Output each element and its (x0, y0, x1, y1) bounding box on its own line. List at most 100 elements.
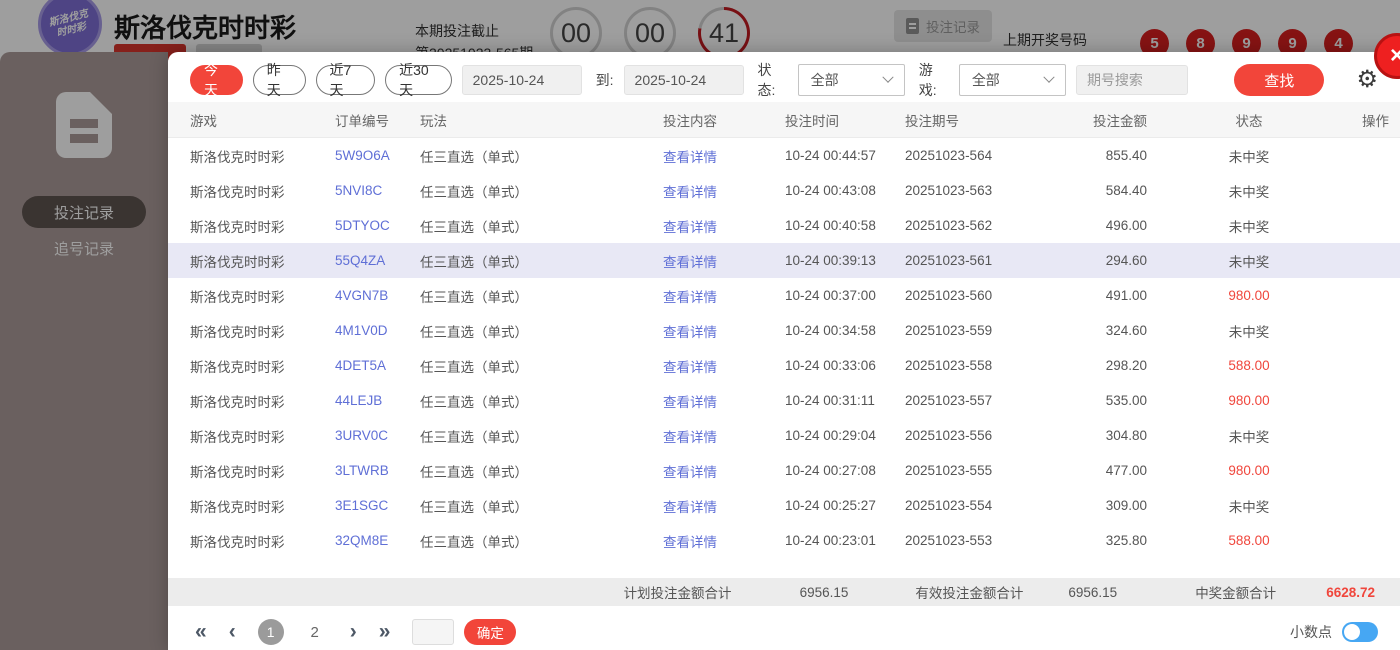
cell-order-link[interactable]: 55Q4ZA (335, 253, 420, 268)
cell-status: 980.00 (1147, 463, 1351, 478)
view-detail-link[interactable]: 查看详情 (655, 286, 785, 306)
cell-game: 斯洛伐克时时彩 (190, 496, 335, 516)
cell-amount: 324.60 (1060, 323, 1147, 338)
cell-play: 任三直选（单式） (420, 461, 655, 481)
column-header: 状态 (1147, 110, 1351, 130)
cell-order-link[interactable]: 3E1SGC (335, 498, 420, 513)
game-select[interactable]: 全部 (959, 64, 1066, 96)
quick-filter-近7天[interactable]: 近7天 (316, 65, 376, 95)
cell-order-link[interactable]: 4VGN7B (335, 288, 420, 303)
cell-status: 未中奖 (1147, 216, 1351, 236)
cell-amount: 491.00 (1060, 288, 1147, 303)
last-page-icon[interactable]: » (379, 620, 391, 644)
cell-amount: 584.40 (1060, 183, 1147, 198)
cell-time: 10-24 00:40:58 (785, 218, 905, 233)
date-to-input[interactable] (624, 65, 744, 95)
table-body: 斯洛伐克时时彩5W9O6A任三直选（单式）查看详情10-24 00:44:572… (168, 138, 1400, 558)
page-number-2[interactable]: 2 (302, 619, 328, 645)
cell-game: 斯洛伐克时时彩 (190, 531, 335, 551)
cell-order-link[interactable]: 4DET5A (335, 358, 420, 373)
table-row: 斯洛伐克时时彩3E1SGC任三直选（单式）查看详情10-24 00:25:272… (168, 488, 1400, 523)
page-jump-input[interactable] (412, 619, 454, 645)
table-row: 斯洛伐克时时彩44LEJB任三直选（单式）查看详情10-24 00:31:112… (168, 383, 1400, 418)
table-row: 斯洛伐克时时彩4VGN7B任三直选（单式）查看详情10-24 00:37:002… (168, 278, 1400, 313)
cell-play: 任三直选（单式） (420, 216, 655, 236)
column-header: 订单编号 (335, 110, 420, 130)
table-row: 斯洛伐克时时彩4DET5A任三直选（单式）查看详情10-24 00:33:062… (168, 348, 1400, 383)
cell-order-link[interactable]: 5DTYOC (335, 218, 420, 233)
column-header: 操作 (1351, 110, 1400, 130)
cell-issue: 20251023-561 (905, 253, 1060, 268)
cell-order-link[interactable]: 5NVI8C (335, 183, 420, 198)
cell-issue: 20251023-554 (905, 498, 1060, 513)
cell-status: 未中奖 (1147, 181, 1351, 201)
cell-game: 斯洛伐克时时彩 (190, 426, 335, 446)
cell-time: 10-24 00:39:13 (785, 253, 905, 268)
cell-time: 10-24 00:25:27 (785, 498, 905, 513)
view-detail-link[interactable]: 查看详情 (655, 321, 785, 341)
cell-time: 10-24 00:29:04 (785, 428, 905, 443)
view-detail-link[interactable]: 查看详情 (655, 146, 785, 166)
cell-play: 任三直选（单式） (420, 391, 655, 411)
cell-order-link[interactable]: 32QM8E (335, 533, 420, 548)
cell-status: 未中奖 (1147, 251, 1351, 271)
view-detail-link[interactable]: 查看详情 (655, 426, 785, 446)
cell-issue: 20251023-559 (905, 323, 1060, 338)
filter-bar: 今天昨天近7天近30天 到: 状态: 全部 游戏: 全部 查找 ⚙ (168, 52, 1400, 102)
decimal-toggle[interactable] (1342, 622, 1378, 642)
valid-total-label: 有效投注金额合计 (915, 582, 1023, 602)
cell-order-link[interactable]: 4M1V0D (335, 323, 420, 338)
view-detail-link[interactable]: 查看详情 (655, 531, 785, 551)
confirm-button[interactable]: 确定 (464, 619, 516, 645)
cell-game: 斯洛伐克时时彩 (190, 146, 335, 166)
next-page-icon[interactable]: › (350, 620, 357, 644)
cell-game: 斯洛伐克时时彩 (190, 321, 335, 341)
view-detail-link[interactable]: 查看详情 (655, 216, 785, 236)
cell-time: 10-24 00:34:58 (785, 323, 905, 338)
status-filter-label: 状态: (758, 60, 788, 100)
cell-issue: 20251023-557 (905, 393, 1060, 408)
search-button[interactable]: 查找 (1234, 64, 1325, 96)
cell-order-link[interactable]: 44LEJB (335, 393, 420, 408)
cell-amount: 298.20 (1060, 358, 1147, 373)
cell-order-link[interactable]: 3URV0C (335, 428, 420, 443)
cell-game: 斯洛伐克时时彩 (190, 251, 335, 271)
cell-amount: 325.80 (1060, 533, 1147, 548)
view-detail-link[interactable]: 查看详情 (655, 356, 785, 376)
prev-page-icon[interactable]: ‹ (229, 620, 236, 644)
bet-records-modal: × 今天昨天近7天近30天 到: 状态: 全部 游戏: 全部 查找 ⚙ 游戏订单… (168, 52, 1400, 650)
cell-status: 588.00 (1147, 533, 1351, 548)
cell-amount: 309.00 (1060, 498, 1147, 513)
cell-status: 未中奖 (1147, 426, 1351, 446)
chevron-down-icon (882, 72, 893, 83)
quick-filter-今天[interactable]: 今天 (190, 65, 243, 95)
table-header-row: 游戏订单编号玩法投注内容投注时间投注期号投注金额状态操作 (168, 102, 1400, 138)
view-detail-link[interactable]: 查看详情 (655, 496, 785, 516)
cell-order-link[interactable]: 3LTWRB (335, 463, 420, 478)
table-row: 斯洛伐克时时彩3LTWRB任三直选（单式）查看详情10-24 00:27:082… (168, 453, 1400, 488)
cell-amount: 855.40 (1060, 148, 1147, 163)
status-select[interactable]: 全部 (798, 64, 905, 96)
decimal-toggle-label: 小数点 (1290, 622, 1332, 642)
cell-play: 任三直选（单式） (420, 426, 655, 446)
page-number-1[interactable]: 1 (258, 619, 284, 645)
date-from-input[interactable] (462, 65, 582, 95)
cell-game: 斯洛伐克时时彩 (190, 181, 335, 201)
view-detail-link[interactable]: 查看详情 (655, 181, 785, 201)
game-filter-label: 游戏: (919, 60, 949, 100)
cell-order-link[interactable]: 5W9O6A (335, 148, 420, 163)
cell-play: 任三直选（单式） (420, 286, 655, 306)
issue-search-input[interactable] (1076, 65, 1188, 95)
cell-issue: 20251023-563 (905, 183, 1060, 198)
view-detail-link[interactable]: 查看详情 (655, 461, 785, 481)
cell-game: 斯洛伐克时时彩 (190, 356, 335, 376)
view-detail-link[interactable]: 查看详情 (655, 391, 785, 411)
cell-status: 588.00 (1147, 358, 1351, 373)
status-select-value: 全部 (811, 70, 839, 90)
view-detail-link[interactable]: 查看详情 (655, 251, 785, 271)
app-window: 斯洛伐克时时彩 斯洛伐克时时彩 本期投注截止 第20251023-565期 00… (0, 0, 1400, 650)
first-page-icon[interactable]: « (195, 620, 207, 644)
quick-filter-近30天[interactable]: 近30天 (385, 65, 452, 95)
quick-filter-昨天[interactable]: 昨天 (253, 65, 306, 95)
gear-icon[interactable]: ⚙ (1356, 68, 1378, 92)
